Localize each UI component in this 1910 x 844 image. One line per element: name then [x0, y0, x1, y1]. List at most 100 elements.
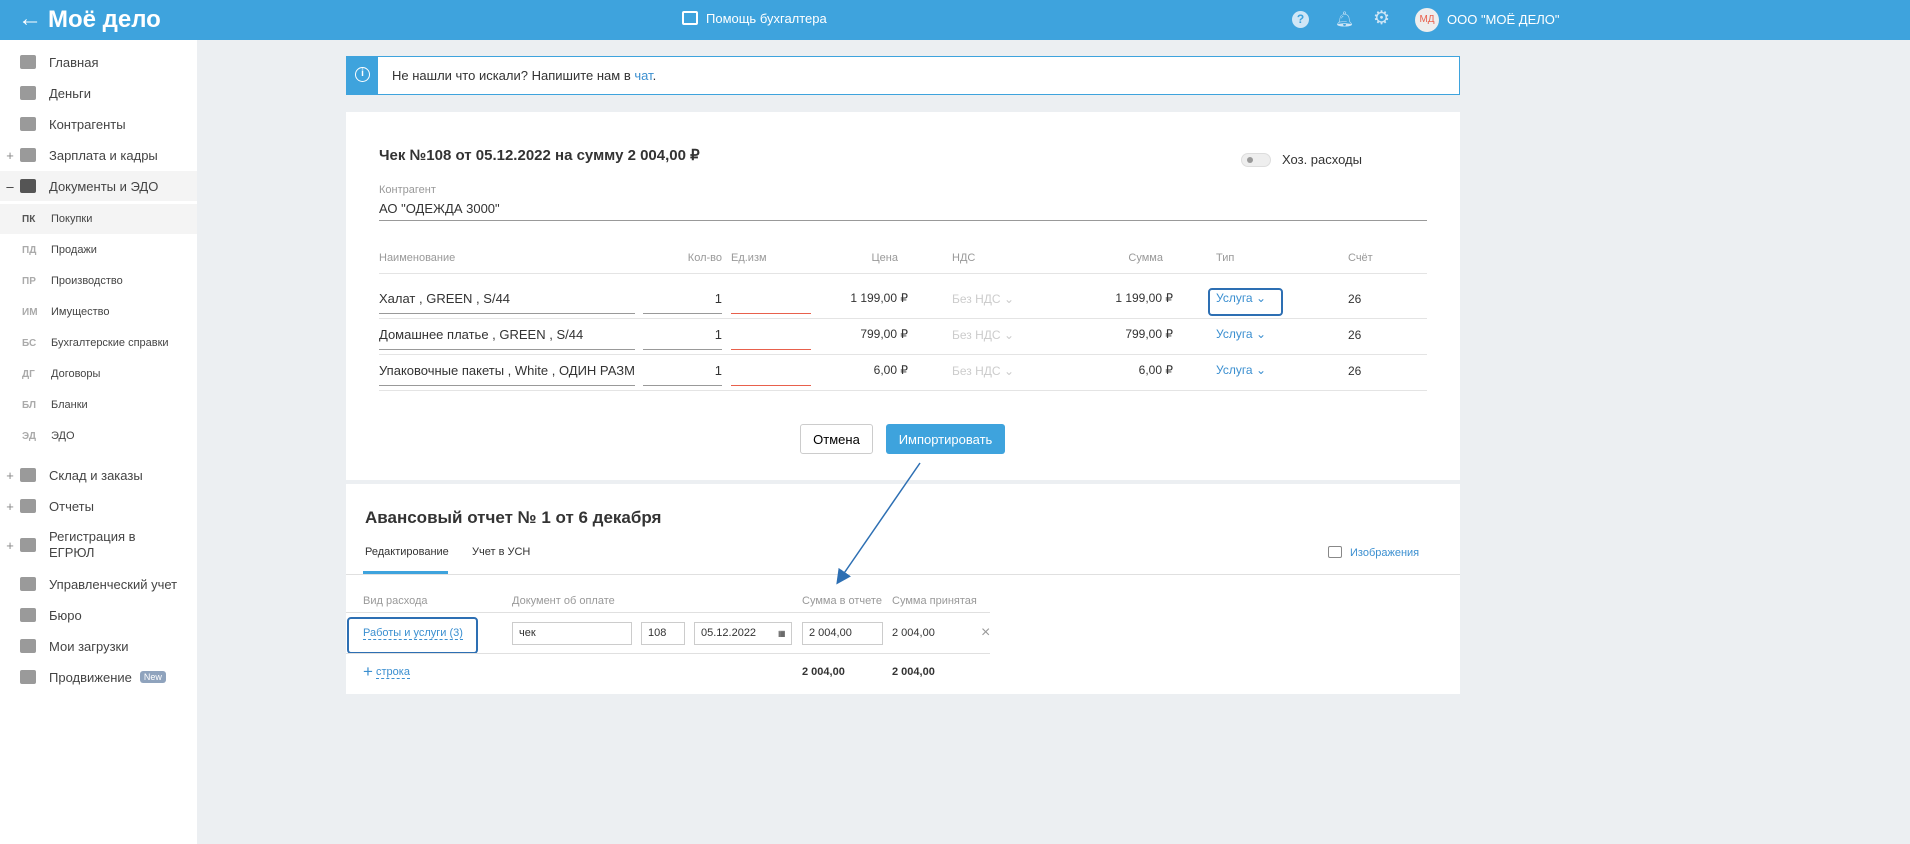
price: 6,00 ₽: [873, 363, 908, 377]
chat-link[interactable]: чат: [634, 68, 652, 83]
doc-number-input[interactable]: 108: [641, 622, 685, 645]
expand-icon[interactable]: +: [0, 499, 20, 514]
doc-type-input[interactable]: чек: [512, 622, 632, 645]
sidebar-subitem[interactable]: БС Бухгалтерские справки: [0, 328, 197, 358]
price: 799,00 ₽: [860, 327, 908, 341]
vat-select[interactable]: Без НДС ⌄: [952, 364, 1014, 378]
report-sum-input[interactable]: 2 004,00: [802, 622, 883, 645]
accountant-help-link[interactable]: Помощь бухгалтера: [706, 11, 827, 26]
images-link[interactable]: Изображения: [1350, 547, 1419, 559]
subitem-label: Бланки: [51, 399, 88, 411]
subitem-abbr: ИМ: [22, 306, 38, 318]
calculator-icon: [682, 11, 698, 25]
item-name-input[interactable]: Халат , GREEN , S/44: [379, 291, 635, 306]
account: 26: [1348, 364, 1362, 378]
sidebar-subitem[interactable]: ПР Производство: [0, 266, 197, 296]
type-select[interactable]: Услуга ⌄: [1216, 363, 1266, 377]
bell-icon[interactable]: 🔔︎: [1335, 10, 1354, 28]
new-badge: New: [139, 671, 166, 683]
top-bar: ← Моё дело Помощь бухгалтера ? 🔔︎ ⚙ МД О…: [0, 0, 1910, 40]
unit-input[interactable]: [731, 327, 811, 345]
sidebar-subitem[interactable]: ПК Покупки: [0, 204, 197, 234]
calendar-icon[interactable]: ▦: [778, 629, 786, 638]
help-icon[interactable]: ?: [1292, 11, 1309, 28]
sidebar-item-home[interactable]: Главная: [0, 47, 197, 77]
report-icon: [20, 499, 36, 513]
sidebar-item-documents[interactable]: – Документы и ЭДО: [0, 171, 197, 201]
home-icon: [20, 55, 36, 69]
sum: 1 199,00 ₽: [1115, 291, 1173, 305]
add-row-link[interactable]: строка: [376, 666, 410, 679]
sidebar-item[interactable]: Бюро: [0, 600, 197, 630]
label: Управленческий учет: [49, 576, 178, 592]
subitem-abbr: БС: [22, 337, 37, 349]
accepted-sum: 2 004,00: [892, 627, 935, 639]
gear-icon[interactable]: ⚙: [1373, 7, 1390, 30]
sidebar-item[interactable]: + Отчеты: [0, 491, 197, 521]
qty-input[interactable]: 1: [715, 291, 722, 306]
import-button[interactable]: Импортировать: [886, 424, 1005, 454]
expand-icon[interactable]: +: [0, 538, 20, 553]
sidebar-item-money[interactable]: Деньги: [0, 78, 197, 108]
counterparty-field[interactable]: АО "ОДЕЖДА 3000": [379, 201, 500, 216]
chart-icon: [20, 670, 36, 684]
sidebar-item[interactable]: + Регистрация в ЕГРЮЛ: [0, 522, 197, 568]
info-icon: i: [355, 67, 370, 82]
type-select[interactable]: Услуга ⌄: [1216, 327, 1266, 341]
label: Зарплата и кадры: [49, 147, 158, 163]
company-name[interactable]: ООО "МОЁ ДЕЛО": [1447, 12, 1560, 27]
qty-input[interactable]: 1: [715, 327, 722, 342]
account: 26: [1348, 292, 1362, 306]
collapse-icon[interactable]: –: [0, 179, 20, 194]
subitem-label: Продажи: [51, 244, 97, 256]
avatar[interactable]: МД: [1415, 8, 1439, 32]
label: Документы и ЭДО: [49, 178, 159, 194]
column-header: Сумма: [1128, 252, 1163, 264]
sidebar-item[interactable]: Мои загрузки: [0, 631, 197, 661]
briefcase-icon: [20, 608, 36, 622]
total-accepted-sum: 2 004,00: [892, 666, 935, 678]
remove-row-icon[interactable]: ×: [981, 624, 990, 642]
sidebar-item[interactable]: Продвижение New: [0, 662, 197, 692]
sum: 6,00 ₽: [1138, 363, 1173, 377]
back-arrow-icon[interactable]: ←: [18, 5, 42, 33]
unit-input[interactable]: [731, 291, 811, 309]
chevron-down-icon: ⌄: [1003, 328, 1014, 342]
tab-editing[interactable]: Редактирование: [365, 546, 449, 558]
vat-select[interactable]: Без НДС ⌄: [952, 292, 1014, 306]
unit-input[interactable]: [731, 363, 811, 381]
sidebar-item[interactable]: Управленческий учет: [0, 569, 197, 599]
tab-usn[interactable]: Учет в УСН: [472, 546, 530, 558]
household-expenses-toggle[interactable]: [1241, 153, 1271, 167]
logo[interactable]: Моё дело: [48, 6, 161, 34]
chevron-down-icon: ⌄: [1003, 364, 1014, 378]
plus-icon[interactable]: +: [363, 662, 373, 682]
item-name-input[interactable]: Домашнее платье , GREEN , S/44: [379, 327, 635, 342]
vat-select[interactable]: Без НДС ⌄: [952, 328, 1014, 342]
expand-icon[interactable]: +: [0, 468, 20, 483]
sidebar-subitem[interactable]: ЭД ЭДО: [0, 421, 197, 451]
cancel-button[interactable]: Отмена: [800, 424, 873, 454]
sidebar-subitem[interactable]: ДГ Договоры: [0, 359, 197, 389]
qty-input[interactable]: 1: [715, 363, 722, 378]
sidebar-item[interactable]: + Склад и заказы: [0, 460, 197, 490]
info-text: Не нашли что искали? Напишите нам в: [392, 68, 635, 83]
folder-icon: [20, 179, 36, 193]
info-banner: i Не нашли что искали? Напишите нам в ча…: [346, 56, 1460, 95]
expand-icon[interactable]: +: [0, 148, 20, 163]
vat-value: Без НДС: [952, 292, 1001, 306]
column-header: Счёт: [1348, 252, 1373, 264]
subitem-label: Производство: [51, 275, 123, 287]
label: Продвижение: [49, 669, 132, 685]
highlight-box: [1208, 288, 1283, 316]
sidebar-subitem[interactable]: ИМ Имущество: [0, 297, 197, 327]
wallet-icon: [20, 148, 36, 162]
subitem-label: Бухгалтерские справки: [51, 337, 169, 349]
sidebar-subitem[interactable]: ПД Продажи: [0, 235, 197, 265]
sidebar-subitem[interactable]: БЛ Бланки: [0, 390, 197, 420]
sidebar-item-salary[interactable]: + Зарплата и кадры: [0, 140, 197, 170]
sidebar-item-contractors[interactable]: Контрагенты: [0, 109, 197, 139]
column-header: Цена: [871, 252, 898, 264]
item-name-input[interactable]: Упаковочные пакеты , White , ОДИН РАЗМЕР: [379, 363, 635, 378]
money-icon: [20, 86, 36, 100]
